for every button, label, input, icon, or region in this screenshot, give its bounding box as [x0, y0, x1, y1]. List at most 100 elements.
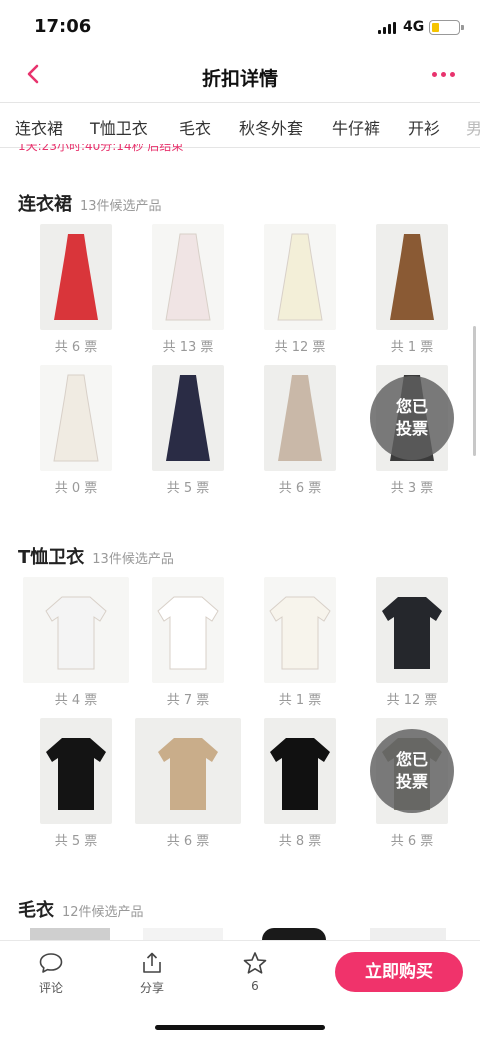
vote-count: 共 4 票	[54, 693, 98, 708]
status-bar: 17:06 4G	[0, 0, 480, 50]
section-heading: T恤卫衣	[18, 547, 85, 568]
share-label: 分享	[139, 981, 164, 995]
buy-now-button[interactable]: 立即购买	[335, 952, 463, 992]
tab-dress[interactable]: 连衣裙	[15, 115, 63, 139]
vote-count: 共 7 票	[166, 693, 210, 708]
garment-shape	[45, 596, 107, 670]
section-heading: 毛衣	[18, 900, 54, 921]
tab-jeans[interactable]: 牛仔裤	[332, 115, 380, 139]
vote-count: 共 6 票	[390, 834, 434, 849]
comment-button[interactable]: 评论	[21, 951, 81, 996]
voted-badge-text: 您已 投票	[392, 396, 432, 440]
product-image	[40, 224, 112, 330]
section-title-sweater: 毛衣 12件候选产品	[18, 896, 144, 922]
vote-count: 共 6 票	[278, 481, 322, 496]
garment-shape	[382, 597, 442, 669]
product-card[interactable]: 共 12 票	[252, 224, 348, 355]
comment-label: 评论	[38, 981, 63, 995]
section-count: 12件候选产品	[62, 905, 144, 920]
voted-badge: 您已 投票	[370, 376, 454, 460]
vote-count: 共 12 票	[274, 340, 326, 355]
garment-shape	[166, 375, 210, 461]
network-type: 4G	[403, 19, 425, 35]
product-thumb-partial	[30, 928, 110, 940]
garment-shape	[157, 596, 219, 670]
section-title-tshirt: T恤卫衣 13件候选产品	[18, 543, 174, 569]
comment-icon	[39, 953, 63, 973]
product-thumb-partial	[143, 928, 223, 940]
garment-shape	[269, 596, 331, 670]
vote-count: 共 5 票	[54, 834, 98, 849]
product-thumb-partial	[370, 928, 446, 940]
vote-count: 共 3 票	[390, 481, 434, 496]
voted-line-2: 投票	[395, 772, 428, 791]
voted-badge: 您已 投票	[370, 729, 454, 813]
share-button[interactable]: 分享	[122, 951, 182, 996]
product-image	[264, 718, 336, 824]
product-image	[264, 224, 336, 330]
tab-cardigan[interactable]: 开衫	[408, 115, 440, 139]
section-heading: 连衣裙	[18, 194, 72, 215]
voted-line-1: 您已	[395, 750, 428, 769]
product-card[interactable]: 共 6 票	[28, 224, 124, 355]
product-card[interactable]: 共 4 票	[23, 577, 129, 708]
bottom-bar: 评论 分享 6 立即购买	[0, 940, 480, 1039]
vote-count: 共 1 票	[278, 693, 322, 708]
product-card[interactable]: 共 0 票	[28, 365, 124, 496]
product-card[interactable]: 共 1 票	[252, 577, 348, 708]
product-card[interactable]: 共 1 票	[364, 224, 460, 355]
product-image	[376, 577, 448, 683]
share-icon	[143, 952, 161, 973]
garment-shape	[53, 374, 99, 462]
signal-icon	[378, 22, 398, 34]
section-count: 13件候选产品	[92, 552, 174, 567]
vote-count: 共 5 票	[166, 481, 210, 496]
tab-sweater[interactable]: 毛衣	[179, 115, 211, 139]
voted-badge-text: 您已 投票	[392, 749, 432, 793]
product-card[interactable]: 共 8 票	[252, 718, 348, 849]
battery-icon	[429, 20, 464, 35]
garment-shape	[278, 375, 322, 461]
favorite-count: 6	[251, 979, 259, 993]
product-card[interactable]: 共 6 票	[252, 365, 348, 496]
product-image	[152, 577, 224, 683]
star-icon	[243, 952, 267, 974]
product-card[interactable]: 共 12 票	[364, 577, 460, 708]
product-thumb-partial	[262, 928, 326, 940]
product-image	[264, 365, 336, 471]
product-image	[40, 718, 112, 824]
scrollbar[interactable]	[473, 326, 476, 456]
product-card[interactable]: 共 13 票	[140, 224, 236, 355]
garment-shape	[46, 738, 106, 810]
tab-men[interactable]: 男	[466, 115, 480, 139]
garment-shape	[165, 233, 211, 321]
vote-count: 共 1 票	[390, 340, 434, 355]
nav-bar: 折扣详情	[0, 50, 480, 102]
favorite-button[interactable]: 6	[225, 951, 285, 993]
product-card[interactable]: 共 5 票	[140, 365, 236, 496]
product-card[interactable]: 共 5 票	[28, 718, 124, 849]
garment-shape	[270, 738, 330, 810]
tab-tshirt[interactable]: T恤卫衣	[90, 115, 148, 139]
vote-count: 共 6 票	[54, 340, 98, 355]
tab-coat[interactable]: 秋冬外套	[239, 115, 303, 139]
section-title-dress: 连衣裙 13件候选产品	[18, 190, 162, 216]
voted-line-2: 投票	[395, 419, 428, 438]
product-image	[264, 577, 336, 683]
vote-count: 共 8 票	[278, 834, 322, 849]
section-count: 13件候选产品	[80, 199, 162, 214]
product-card[interactable]: 共 6 票	[135, 718, 241, 849]
product-card[interactable]: 您已投票共 3 票	[364, 365, 460, 496]
voted-line-1: 您已	[395, 397, 428, 416]
product-card[interactable]: 您已投票共 6 票	[364, 718, 460, 849]
garment-shape	[390, 234, 434, 320]
product-card[interactable]: 共 7 票	[140, 577, 236, 708]
product-image	[152, 365, 224, 471]
vote-count: 共 13 票	[162, 340, 214, 355]
status-time: 17:06	[34, 16, 92, 37]
garment-shape	[158, 738, 218, 810]
more-button[interactable]	[430, 64, 458, 84]
home-indicator	[155, 1025, 325, 1030]
page-title: 折扣详情	[201, 68, 278, 90]
product-image	[376, 224, 448, 330]
